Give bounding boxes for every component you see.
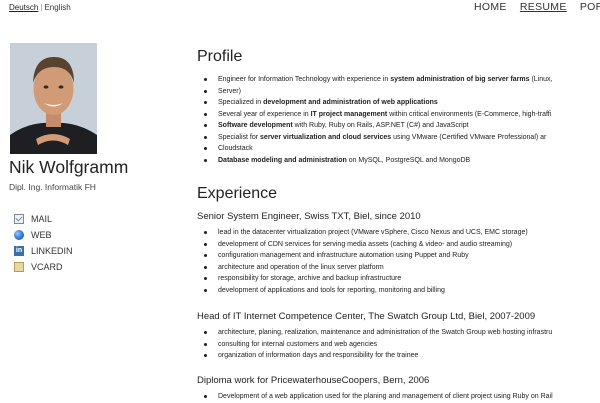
list-item: Specialist for server virtualization and… (204, 132, 600, 144)
job-title: Diploma work for PricewaterhouseCoopers,… (197, 375, 430, 386)
experience-heading: Experience (197, 185, 278, 202)
link-linkedin[interactable]: in LINKEDIN (14, 243, 73, 259)
link-mail[interactable]: MAIL (14, 211, 73, 227)
job-duties: lead in the datacenter virtualization pr… (204, 227, 600, 296)
list-item-continuation: Server) (204, 86, 600, 98)
list-item: lead in the datacenter virtualization pr… (204, 227, 600, 239)
lang-deutsch[interactable]: Deutsch (9, 3, 38, 12)
list-item: configuration management and infrastruct… (204, 250, 600, 262)
list-item: responsibility for storage, archive and … (204, 273, 600, 285)
person-title: Dipl. Ing. Informatik FH (9, 182, 96, 192)
list-item: Several year of experience in IT project… (204, 109, 600, 121)
contact-links: MAIL WEB in LINKEDIN VCARD (14, 211, 73, 275)
list-item: consulting for internal customers and we… (204, 339, 600, 351)
link-web[interactable]: WEB (14, 227, 73, 243)
job-title: Head of IT Internet Competence Center, T… (197, 311, 536, 322)
link-linkedin-label: LINKEDIN (31, 246, 73, 256)
lang-english[interactable]: English (44, 3, 70, 12)
profile-list: Engineer for Information Technology with… (204, 74, 600, 166)
linkedin-icon: in (14, 246, 24, 256)
list-item: architecture, planing, realization, main… (204, 327, 600, 339)
link-mail-label: MAIL (31, 214, 53, 224)
list-item: Engineer for Information Technology with… (204, 74, 600, 86)
language-switcher: Deutsch | English (9, 3, 71, 12)
nav-home[interactable]: HOME (474, 1, 507, 13)
person-name: Nik Wolfgramm (9, 157, 129, 177)
link-vcard[interactable]: VCARD (14, 259, 73, 275)
list-item: organization of information days and res… (204, 350, 600, 362)
list-item: development of CDN services for serving … (204, 239, 600, 251)
list-item: Software development with Ruby, Ruby on … (204, 120, 600, 132)
globe-icon (14, 230, 24, 240)
list-item: Database modeling and administration on … (204, 155, 600, 167)
lang-separator: | (40, 3, 43, 12)
vcard-icon (14, 262, 24, 272)
nav-resume[interactable]: RESUME (520, 1, 567, 13)
job-duties: architecture, planing, realization, main… (204, 327, 600, 362)
list-item: Development of a web application used fo… (204, 391, 600, 403)
job-duties: Development of a web application used fo… (204, 391, 600, 403)
list-item: Specialized in development and administr… (204, 97, 600, 109)
job-title: Senior System Engineer, Swiss TXT, Biel,… (197, 211, 421, 222)
list-item-continuation: Cloudstack (204, 143, 600, 155)
link-web-label: WEB (31, 230, 52, 240)
avatar (10, 43, 97, 154)
top-navigation: HOME RESUME PORTF (474, 1, 600, 13)
list-item: architecture and operation of the linux … (204, 262, 600, 274)
mail-icon (14, 214, 24, 224)
link-vcard-label: VCARD (31, 262, 63, 272)
nav-portfolio[interactable]: PORTF (580, 1, 600, 13)
list-item: development of applications and tools fo… (204, 285, 600, 297)
profile-heading: Profile (197, 48, 243, 65)
